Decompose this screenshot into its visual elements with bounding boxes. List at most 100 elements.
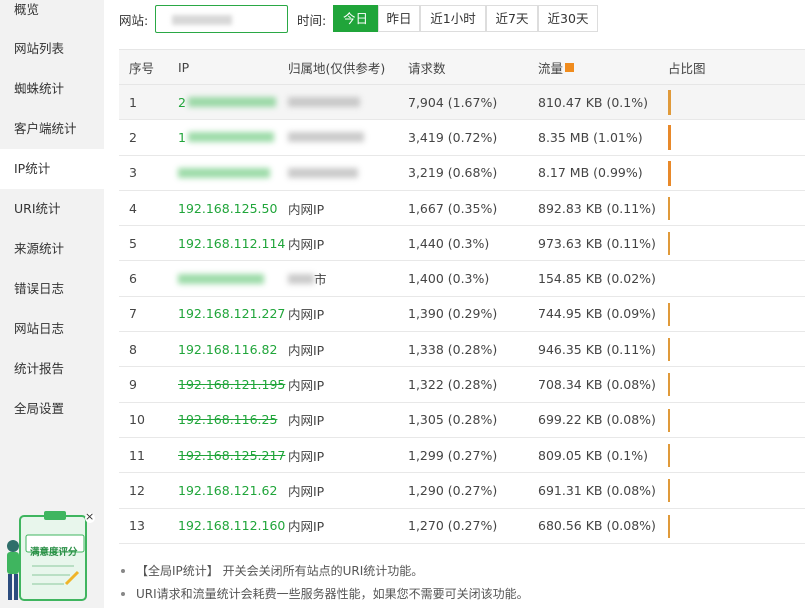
table-row: 1 2 7,904 (1.67%) 810.47 KB (0.1%) (119, 85, 805, 121)
ip-link[interactable]: 192.168.121.195 (178, 367, 285, 401)
table-row: 4 192.168.125.50 内网IP 1,667 (0.35%) 892.… (119, 191, 805, 227)
sidebar-item-ip-stats[interactable]: IP统计 (0, 149, 104, 189)
requests-cell: 3,419 (0.72%) (408, 129, 498, 145)
note-item: 【全局IP统计】 开关会关闭所有站点的URI统计功能。 (121, 562, 801, 585)
table-row: 12 192.168.121.62 内网IP 1,290 (0.27%) 691… (119, 473, 805, 509)
ratio-bar (668, 196, 670, 220)
traffic-cell: 699.22 KB (0.08%) (538, 412, 656, 428)
traffic-cell: 680.56 KB (0.08%) (538, 518, 656, 534)
close-icon[interactable]: × (85, 510, 94, 524)
range-yesterday-button[interactable]: 昨日 (378, 5, 420, 32)
survey-label: 满意度评分 (30, 547, 78, 558)
location-cell: 内网IP (288, 413, 325, 429)
traffic-cell: 946.35 KB (0.11%) (538, 341, 656, 357)
ip-redacted (178, 273, 264, 284)
range-30days-button[interactable]: 近30天 (538, 5, 598, 32)
traffic-cell: 8.35 MB (1.01%) (538, 129, 643, 145)
ratio-bar (668, 90, 671, 115)
ip-text: 192.168.116.25 (178, 412, 278, 428)
ip-link[interactable]: 192.168.116.25 (178, 403, 277, 437)
site-select[interactable] (155, 5, 288, 33)
location-cell: 内网IP (288, 448, 325, 464)
location-cell: 内网IP (288, 483, 325, 499)
sidebar-item-overview[interactable]: 概览 (0, 0, 104, 30)
ratio-bar (668, 160, 671, 186)
ip-link[interactable]: 192.168.116.82 (178, 332, 277, 366)
ip-link[interactable]: 192.168.121.62 (178, 473, 277, 507)
row-no: 13 (129, 518, 145, 534)
location-redacted (288, 167, 358, 178)
note-text: URI请求和流量统计会耗费一些服务器性能，如果您不需要可关闭该功能。 (136, 587, 529, 601)
ip-text: 192.168.112.160 (178, 518, 286, 534)
table-row: 3 3,219 (0.68%) 8.17 MB (0.99%) (119, 156, 805, 191)
table-row: 5 192.168.112.114 内网IP 1,440 (0.3%) 973.… (119, 226, 805, 262)
location-cell (288, 156, 358, 190)
help-notes: 【全局IP统计】 开关会关闭所有站点的URI统计功能。 URI请求和流量统计会耗… (121, 562, 801, 608)
ratio-bar (668, 479, 670, 503)
col-header-traffic-label: 流量 (538, 60, 564, 76)
ip-text: 192.168.121.227 (178, 306, 286, 322)
ip-redacted (187, 97, 276, 108)
sidebar-item-client-stats[interactable]: 客户端统计 (0, 109, 104, 149)
row-no: 6 (129, 271, 137, 287)
location-cell: 内网IP (288, 342, 325, 358)
ip-link[interactable]: 192.168.121.227 (178, 297, 285, 331)
ratio-bar (668, 408, 670, 432)
ip-link[interactable]: 192.168.112.160 (178, 509, 285, 543)
location-cell (288, 120, 364, 154)
row-no: 10 (129, 412, 145, 428)
sidebar-item-site-log[interactable]: 网站日志 (0, 309, 104, 349)
col-header-requests[interactable]: 请求数 (408, 50, 446, 84)
row-no: 5 (129, 235, 137, 251)
sidebar-item-referer-stats[interactable]: 来源统计 (0, 229, 104, 269)
ratio-bar (668, 125, 671, 151)
ip-link[interactable]: 1 (178, 120, 274, 154)
traffic-cell: 154.85 KB (0.02%) (538, 271, 656, 287)
traffic-cell: 744.95 KB (0.09%) (538, 306, 656, 322)
table-row: 2 1 3,419 (0.72%) 8.35 MB (1.01%) (119, 120, 805, 156)
ip-link[interactable]: 2 (178, 85, 276, 119)
row-no: 1 (129, 94, 137, 110)
traffic-cell: 973.63 KB (0.11%) (538, 235, 656, 251)
row-no: 3 (129, 165, 137, 181)
table-row: 8 192.168.116.82 内网IP 1,338 (0.28%) 946.… (119, 332, 805, 368)
table-row: 11 192.168.125.217 内网IP 1,299 (0.27%) 80… (119, 438, 805, 474)
ip-link[interactable]: 192.168.125.50 (178, 191, 277, 225)
sidebar-item-error-log[interactable]: 错误日志 (0, 269, 104, 309)
sidebar-item-spider-stats[interactable]: 蜘蛛统计 (0, 69, 104, 109)
note-item: URI请求和流量统计会耗费一些服务器性能，如果您不需要可关闭该功能。 (121, 585, 801, 608)
range-1hour-button[interactable]: 近1小时 (420, 5, 486, 32)
ip-link[interactable]: 192.168.112.114 (178, 226, 285, 260)
sidebar-item-uri-stats[interactable]: URI统计 (0, 189, 104, 229)
location-cell: 内网IP (288, 378, 325, 394)
traffic-cell: 809.05 KB (0.1%) (538, 447, 648, 463)
requests-cell: 1,290 (0.27%) (408, 482, 498, 498)
col-header-traffic[interactable]: 流量 (538, 50, 575, 84)
ip-text: 1 (178, 129, 186, 145)
ip-link[interactable]: 192.168.125.217 (178, 438, 285, 472)
range-today-button[interactable]: 今日 (333, 5, 378, 32)
requests-cell: 1,440 (0.3%) (408, 235, 490, 251)
requests-cell: 1,305 (0.28%) (408, 412, 498, 428)
ip-text: 2 (178, 94, 186, 110)
filter-toolbar: 网站: 时间: 今日 昨日 近1小时 近7天 近30天 (104, 0, 805, 40)
range-7days-button[interactable]: 近7天 (486, 5, 538, 32)
ip-link[interactable] (178, 261, 264, 295)
ip-link[interactable] (178, 156, 270, 190)
sort-indicator-icon (565, 62, 575, 72)
requests-cell: 3,219 (0.68%) (408, 165, 498, 181)
satisfaction-survey-widget[interactable]: 满意度评分 × (0, 508, 100, 608)
traffic-cell: 810.47 KB (0.1%) (538, 94, 648, 110)
requests-cell: 1,400 (0.3%) (408, 271, 490, 287)
ip-redacted (187, 132, 274, 143)
col-header-ip: IP (178, 59, 190, 75)
sidebar-item-report[interactable]: 统计报告 (0, 349, 104, 389)
table-row: 6 市 1,400 (0.3%) 154.85 KB (0.02%) (119, 261, 805, 297)
table-row: 7 192.168.121.227 内网IP 1,390 (0.29%) 744… (119, 297, 805, 333)
sidebar-item-global-settings[interactable]: 全局设置 (0, 389, 104, 429)
sidebar-item-site-list[interactable]: 网站列表 (0, 29, 104, 69)
ratio-bar (668, 338, 670, 362)
table-row: 13 192.168.112.160 内网IP 1,270 (0.27%) 68… (119, 509, 805, 544)
location-redacted (288, 97, 360, 108)
ratio-bar (668, 232, 670, 256)
